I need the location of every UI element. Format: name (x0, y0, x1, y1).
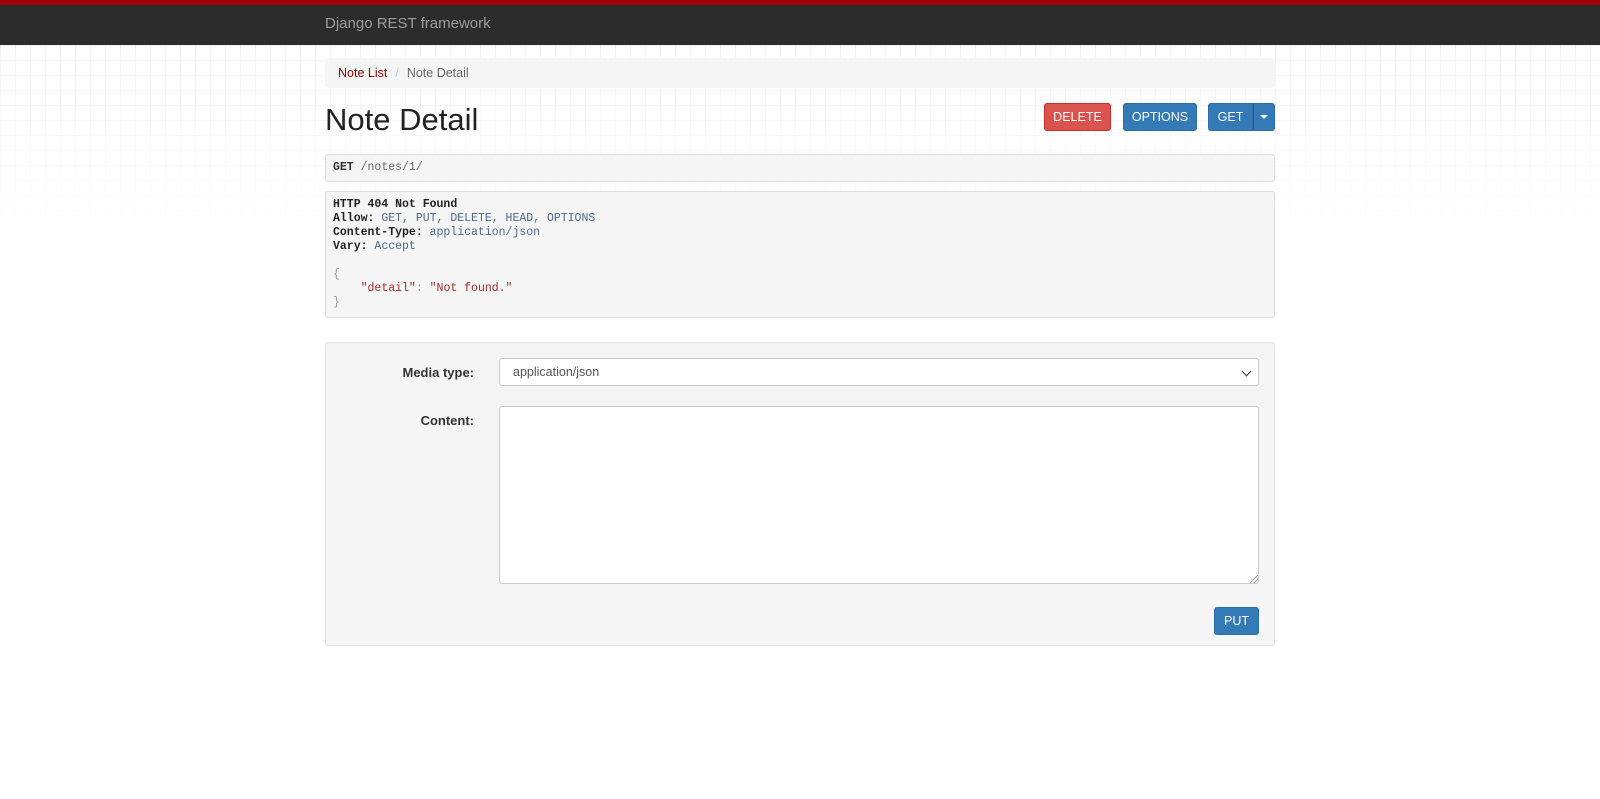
caret-down-icon (1260, 115, 1268, 119)
request-path: /notes/1/ (360, 161, 423, 174)
media-type-label: Media type: (402, 365, 474, 380)
breadcrumb: Note List / Note Detail (325, 58, 1275, 88)
header-name-content-type: Content-Type: (333, 226, 423, 239)
response-info: HTTP 404 Not Found Allow: GET, PUT, DELET… (325, 191, 1275, 318)
json-value-detail: "Not found." (429, 282, 513, 295)
options-button[interactable]: OPTIONS (1123, 103, 1197, 131)
header-name-allow: Allow: (333, 212, 375, 225)
request-info: GET /notes/1/ (325, 154, 1275, 182)
header-value-vary: Accept (374, 240, 416, 253)
breadcrumb-separator: / (395, 66, 399, 80)
header-row: Note Detail DELETE OPTIONS GET (325, 102, 1275, 154)
get-button[interactable]: GET (1208, 103, 1253, 131)
get-format-dropdown-toggle[interactable] (1253, 103, 1275, 131)
delete-button[interactable]: DELETE (1044, 103, 1111, 131)
content-label: Content: (420, 413, 474, 428)
breadcrumb-note-detail: Note Detail (406, 66, 469, 80)
navbar: Django REST framework (0, 0, 1600, 45)
json-key-detail: "detail" (360, 282, 416, 295)
response-status: HTTP 404 Not Found (333, 198, 458, 211)
header-value-allow: GET, PUT, DELETE, HEAD, OPTIONS (381, 212, 596, 225)
json-colon: : (415, 282, 430, 295)
main-container: Note List / Note Detail Note Detail DELE… (325, 58, 1275, 646)
page-title: Note Detail (325, 102, 479, 137)
raw-data-form: Media type: application/json Content: PU… (325, 342, 1275, 646)
header-value-content-type: application/json (429, 226, 541, 239)
json-open-brace: { (333, 268, 340, 281)
request-method: GET (333, 161, 354, 174)
json-close-brace: } (333, 296, 340, 309)
brand-link[interactable]: Django REST framework (325, 15, 491, 32)
chevron-down-icon (1241, 366, 1252, 377)
content-textarea[interactable] (499, 406, 1259, 584)
breadcrumb-note-list[interactable]: Note List (338, 66, 387, 80)
header-name-vary: Vary: (333, 240, 368, 253)
put-button[interactable]: PUT (1214, 607, 1259, 635)
media-type-selected-value: application/json (513, 365, 600, 379)
resize-handle-icon[interactable] (1250, 575, 1258, 583)
media-type-select[interactable]: application/json (499, 358, 1259, 386)
